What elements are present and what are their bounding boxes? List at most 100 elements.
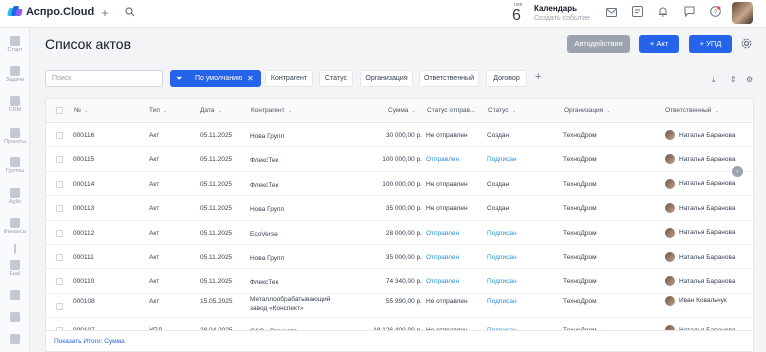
select-all-checkbox[interactable] xyxy=(56,107,63,114)
settings-icon[interactable]: ⚙ xyxy=(746,75,753,84)
sidebar-item-apps[interactable]: Ещё xyxy=(0,260,30,277)
default-filter-chip[interactable]: ⏷ По умолчанию ✕ xyxy=(170,70,261,87)
filter-chip-owner[interactable]: Ответственный xyxy=(419,70,479,87)
table-row[interactable]: 000114 Акт 05.11.2025 ФлексТек 100 000,00 р.… xyxy=(46,172,753,197)
table-row[interactable]: 000110 Акт 05.11.2025 ФлексТек 74 340,00 р. О… xyxy=(46,269,753,294)
filter-chip-contract[interactable]: Договор xyxy=(486,70,527,87)
bell-icon[interactable] xyxy=(656,6,670,20)
cell-owner[interactable]: Наталья Баранова xyxy=(665,203,736,214)
expand-icon[interactable]: ⇕ xyxy=(730,75,737,84)
cell-contractor[interactable]: Нова Групп xyxy=(250,205,284,214)
search-icon[interactable] xyxy=(123,6,137,20)
cell-owner[interactable]: Наталья Баранова xyxy=(665,276,736,287)
cell-number[interactable]: 000111 xyxy=(73,254,94,261)
table-row[interactable]: 000115 Акт 05.11.2025 ФлексТек 100 000,00 р.… xyxy=(46,147,753,172)
automations-button[interactable]: Автодействия xyxy=(567,35,630,53)
cell-number[interactable]: 000113 xyxy=(73,205,94,212)
mail-icon[interactable] xyxy=(604,6,618,20)
cell-owner[interactable]: Наталья Баранова xyxy=(665,178,736,189)
column-send-status[interactable]: Статус отправ... xyxy=(427,107,475,114)
cell-type: Акт xyxy=(149,229,160,237)
sidebar-item-projects[interactable]: Проекты xyxy=(0,128,30,145)
cell-contractor[interactable]: Нова Групп xyxy=(250,254,284,263)
row-checkbox[interactable] xyxy=(56,254,63,261)
add-upd-button[interactable]: + УПД xyxy=(689,35,732,53)
row-checkbox[interactable] xyxy=(56,205,63,213)
cell-contractor[interactable]: ФлексТек xyxy=(250,156,278,165)
column-organization[interactable]: Организация ⌄ xyxy=(564,107,611,114)
filter-chip-status[interactable]: Статус xyxy=(319,70,353,87)
gear-icon[interactable] xyxy=(741,38,752,52)
search-input[interactable]: Поиск xyxy=(45,70,163,87)
sidebar-item-help[interactable] xyxy=(0,334,30,344)
avatar xyxy=(665,203,675,214)
cell-contractor[interactable]: ФлексТек xyxy=(250,181,278,190)
sidebar-item-start[interactable]: Старт xyxy=(0,36,30,53)
column-amount[interactable]: Сумма ⌄ xyxy=(388,107,416,114)
cell-number[interactable]: 000108 xyxy=(73,298,95,305)
add-icon[interactable]: + xyxy=(98,6,112,20)
sidebar-item-link[interactable] xyxy=(0,290,30,300)
cell-owner[interactable]: Наталья Баранова xyxy=(665,227,736,238)
table-row[interactable]: 000113 Акт 05.11.2025 Нова Групп 35 000,00 р… xyxy=(46,196,753,221)
add-act-button[interactable]: + Акт xyxy=(639,35,679,53)
sort-caret-icon[interactable]: ⌃ xyxy=(398,99,404,104)
sidebar-item-tasks[interactable]: Задачи xyxy=(0,66,30,83)
notes-icon[interactable] xyxy=(630,6,644,20)
help-icon[interactable]: ? xyxy=(708,6,722,20)
cell-contractor[interactable]: EcoVerse xyxy=(250,230,278,239)
row-checkbox[interactable] xyxy=(56,156,63,164)
create-event-link[interactable]: Создать событие xyxy=(534,15,590,22)
cell-date: 05.11.2025 xyxy=(200,156,233,164)
column-status[interactable]: Статус ⌄ xyxy=(488,107,516,114)
row-checkbox[interactable] xyxy=(56,302,63,310)
cell-date: 15.05.2025 xyxy=(200,297,233,305)
sidebar-item-settings[interactable] xyxy=(0,312,30,322)
cell-owner[interactable]: Иван Ковальчук xyxy=(665,295,727,306)
column-date[interactable]: Дата ⌄ xyxy=(200,107,222,114)
chat-icon[interactable] xyxy=(682,6,696,20)
cell-status: Подписан xyxy=(487,278,517,286)
svg-text:?: ? xyxy=(713,10,717,16)
cell-owner[interactable]: Наталья Баранова xyxy=(665,130,736,140)
table-row[interactable]: 000116 Акт 05.11.2025 Нова Групп 30 000,00 р… xyxy=(46,123,753,148)
sidebar-item-groups[interactable]: Группы xyxy=(0,157,30,174)
cell-number[interactable]: 000112 xyxy=(73,230,94,237)
table-row[interactable]: 000108 Акт 15.05.2025 Металлообрабатывающий… xyxy=(46,294,753,319)
add-filter-icon[interactable]: + xyxy=(535,71,541,83)
cell-number[interactable]: 000110 xyxy=(73,278,94,285)
cell-owner[interactable]: Наталья Баранова xyxy=(665,154,736,165)
row-checkbox[interactable] xyxy=(56,229,63,237)
cell-number[interactable]: 000114 xyxy=(73,181,94,188)
column-owner[interactable]: Ответственный ⌄ xyxy=(665,107,719,114)
close-icon[interactable]: ✕ xyxy=(247,70,254,87)
show-totals-link[interactable]: Показать Итоги: Сумма xyxy=(54,338,125,345)
row-checkbox[interactable] xyxy=(56,132,63,139)
table-row[interactable]: 000111 Акт 05.11.2025 Нова Групп 35 000,00 р… xyxy=(46,245,753,270)
calendar-widget[interactable]: ноя 6 Календарь Создать событие xyxy=(510,2,600,26)
cell-contractor[interactable]: Металлообрабатывающий завод «Конспект» xyxy=(250,295,330,313)
sidebar-item-finance[interactable]: Финансы xyxy=(0,218,30,235)
user-avatar[interactable] xyxy=(732,2,753,24)
cell-amount: 28 000,00 р. xyxy=(385,229,422,237)
scroll-right-icon[interactable]: › xyxy=(732,166,743,177)
column-contractor[interactable]: Контрагент ⌄ xyxy=(251,107,292,114)
cell-owner[interactable]: Наталья Баранова xyxy=(665,252,736,262)
column-number[interactable]: № ⌄ xyxy=(74,107,89,114)
cell-number[interactable]: 000115 xyxy=(73,156,94,163)
row-checkbox[interactable] xyxy=(56,180,63,188)
column-type[interactable]: Тип ⌄ xyxy=(149,107,167,114)
cell-number[interactable]: 000116 xyxy=(73,132,94,139)
download-icon[interactable]: ⤓ xyxy=(712,75,716,85)
app-logo[interactable]: Аспро.Cloud xyxy=(6,6,94,18)
sidebar-item-agile[interactable]: Agile xyxy=(0,188,30,205)
row-checkbox[interactable] xyxy=(56,278,63,286)
sidebar-item-more[interactable] xyxy=(0,244,30,254)
cell-contractor[interactable]: Нова Групп xyxy=(250,132,284,141)
cell-contractor[interactable]: ФлексТек xyxy=(250,278,278,287)
table-row[interactable]: 000112 Акт 05.11.2025 EcoVerse 28 000,00 р. О… xyxy=(46,221,753,245)
sidebar-item-crm[interactable]: CRM xyxy=(0,96,30,113)
filter-chip-organization[interactable]: Организация xyxy=(360,70,413,87)
filter-chip-contractor[interactable]: Контрагент xyxy=(265,70,313,87)
avatar xyxy=(665,252,675,262)
